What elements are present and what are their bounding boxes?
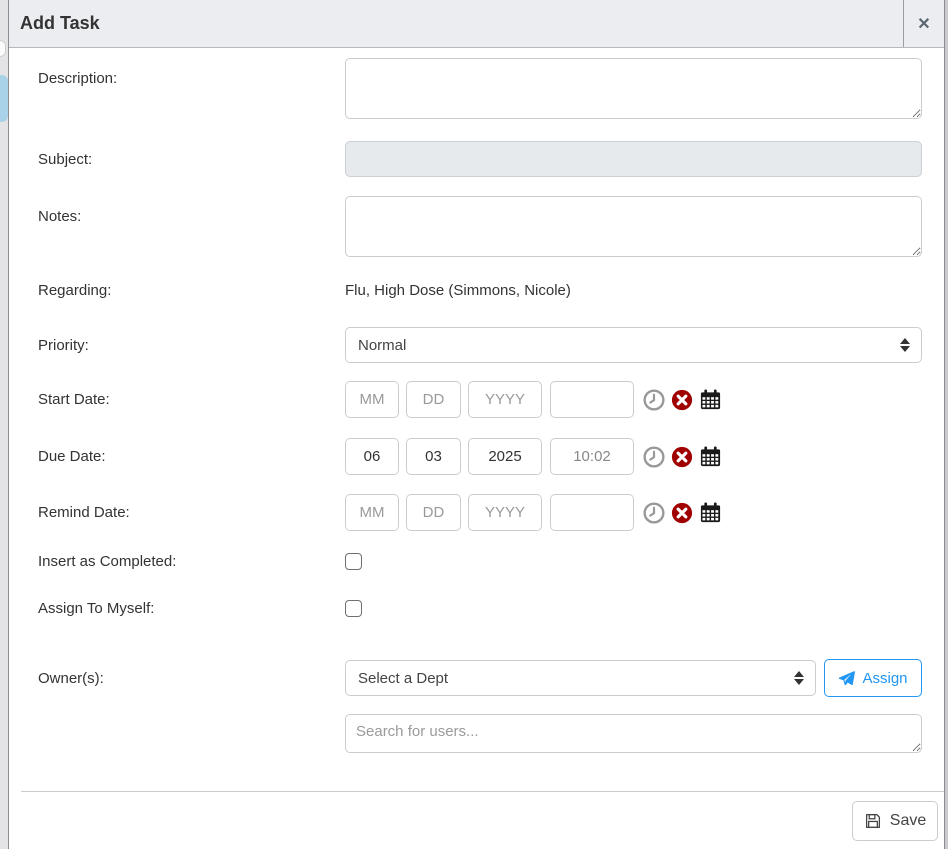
due-date-day-input[interactable] <box>406 438 461 475</box>
remind-date-month-input[interactable] <box>345 494 399 531</box>
close-button[interactable]: ✕ <box>903 0 944 47</box>
dept-selected-value: Select a Dept <box>358 670 448 687</box>
assign-myself-checkbox[interactable] <box>345 600 362 617</box>
start-date-clock-icon[interactable] <box>643 389 665 411</box>
start-date-row: Start Date: <box>9 381 944 418</box>
dialog-header: Add Task ✕ <box>9 0 944 48</box>
remind-date-label: Remind Date: <box>38 504 345 521</box>
insert-completed-label: Insert as Completed: <box>38 553 345 570</box>
description-textarea[interactable] <box>345 58 922 119</box>
description-label: Description: <box>38 58 345 87</box>
start-date-label: Start Date: <box>38 391 345 408</box>
dialog-title: Add Task <box>9 13 903 34</box>
remind-date-row: Remind Date: <box>9 494 944 531</box>
regarding-row: Regarding: Flu, High Dose (Simmons, Nico… <box>9 282 944 299</box>
subject-input <box>345 141 922 177</box>
description-row: Description: <box>9 58 944 119</box>
assign-myself-label: Assign To Myself: <box>38 600 345 617</box>
remind-date-day-input[interactable] <box>406 494 461 531</box>
background-page <box>0 0 8 849</box>
assign-button-label: Assign <box>862 670 907 687</box>
search-users-row <box>9 714 944 753</box>
remind-date-time-input[interactable] <box>550 494 634 531</box>
save-button[interactable]: Save <box>852 801 938 841</box>
start-date-year-input[interactable] <box>468 381 542 418</box>
save-button-label: Save <box>890 812 926 830</box>
notes-textarea[interactable] <box>345 196 922 257</box>
add-task-dialog: Add Task ✕ Description: Subject: Notes: … <box>8 0 945 849</box>
due-date-clock-icon[interactable] <box>643 446 665 468</box>
due-date-time-input[interactable] <box>550 438 634 475</box>
start-date-clear-icon[interactable] <box>671 389 693 411</box>
priority-row: Priority: Normal <box>9 327 944 363</box>
select-arrows-icon <box>900 338 910 352</box>
due-date-month-input[interactable] <box>345 438 399 475</box>
close-icon: ✕ <box>917 14 930 34</box>
owners-label: Owner(s): <box>38 670 345 687</box>
dept-select[interactable]: Select a Dept <box>345 660 816 696</box>
dialog-footer: Save <box>21 791 944 849</box>
notes-row: Notes: <box>9 196 944 257</box>
remind-date-clock-icon[interactable] <box>643 502 665 524</box>
remind-date-calendar-icon[interactable] <box>699 501 722 524</box>
priority-label: Priority: <box>38 337 345 354</box>
assign-myself-row: Assign To Myself: <box>9 600 944 617</box>
remind-date-clear-icon[interactable] <box>671 502 693 524</box>
due-date-calendar-icon[interactable] <box>699 445 722 468</box>
floppy-disk-icon <box>864 812 882 830</box>
start-date-time-input[interactable] <box>550 381 634 418</box>
subject-row: Subject: <box>9 141 944 177</box>
notes-label: Notes: <box>38 196 345 225</box>
due-date-label: Due Date: <box>38 448 345 465</box>
regarding-value: Flu, High Dose (Simmons, Nicole) <box>345 282 571 299</box>
user-search-input[interactable] <box>345 714 922 753</box>
select-arrows-icon <box>794 671 804 685</box>
regarding-label: Regarding: <box>38 282 345 299</box>
due-date-clear-icon[interactable] <box>671 446 693 468</box>
priority-select[interactable]: Normal <box>345 327 922 363</box>
start-date-day-input[interactable] <box>406 381 461 418</box>
insert-completed-row: Insert as Completed: <box>9 553 944 570</box>
paper-plane-icon <box>838 670 855 687</box>
insert-completed-checkbox[interactable] <box>345 553 362 570</box>
due-date-year-input[interactable] <box>468 438 542 475</box>
background-selected-item <box>0 75 8 122</box>
owners-row: Owner(s): Select a Dept Assign <box>9 659 944 697</box>
start-date-calendar-icon[interactable] <box>699 388 722 411</box>
background-element <box>0 40 6 57</box>
remind-date-year-input[interactable] <box>468 494 542 531</box>
assign-button[interactable]: Assign <box>824 659 922 697</box>
priority-selected-value: Normal <box>358 337 406 354</box>
subject-label: Subject: <box>38 151 345 168</box>
dialog-body: Description: Subject: Notes: Regarding: … <box>9 48 944 791</box>
start-date-month-input[interactable] <box>345 381 399 418</box>
due-date-row: Due Date: <box>9 438 944 475</box>
